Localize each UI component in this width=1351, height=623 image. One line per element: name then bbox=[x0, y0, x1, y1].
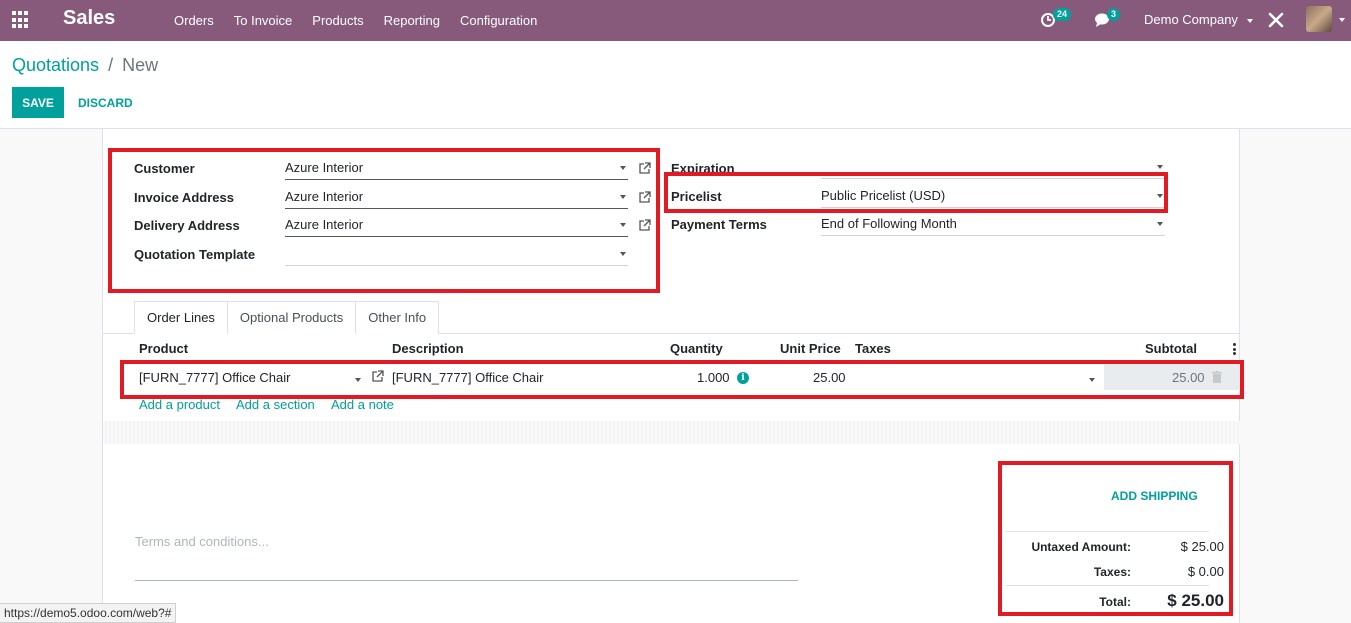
delivery-address-field[interactable]: Azure Interior bbox=[285, 215, 628, 237]
quotation-template-label: Quotation Template bbox=[134, 247, 256, 262]
messages-count-badge: 3 bbox=[1107, 8, 1121, 21]
taxes-label: Taxes: bbox=[1093, 565, 1131, 579]
user-avatar[interactable] bbox=[1306, 6, 1332, 32]
browser-status-url: https://demo5.odoo.com/web?# bbox=[0, 603, 177, 623]
breadcrumb: Quotations / New bbox=[12, 55, 158, 76]
quotation-template-dropdown-icon[interactable] bbox=[620, 252, 626, 256]
row-quantity[interactable]: 1.000 bbox=[697, 370, 730, 385]
payment-terms-field[interactable]: End of Following Month bbox=[821, 214, 1165, 236]
invoice-address-dropdown-icon[interactable] bbox=[620, 195, 626, 199]
column-subtotal[interactable]: Subtotal bbox=[1145, 341, 1197, 356]
breadcrumb-quotations-link[interactable]: Quotations bbox=[12, 55, 99, 75]
total-label: Total: bbox=[1099, 595, 1131, 609]
row-unit-price[interactable]: 25.00 bbox=[813, 370, 846, 385]
add-note-link[interactable]: Add a note bbox=[331, 397, 394, 412]
column-quantity[interactable]: Quantity bbox=[670, 341, 723, 356]
column-product[interactable]: Product bbox=[139, 341, 188, 356]
customer-field[interactable]: Azure Interior bbox=[285, 158, 628, 180]
menu-configuration[interactable]: Configuration bbox=[450, 13, 547, 28]
chevron-down-icon bbox=[1246, 18, 1253, 23]
payment-terms-value: End of Following Month bbox=[821, 216, 957, 231]
top-navbar: Sales Orders To Invoice Products Reporti… bbox=[0, 0, 1351, 41]
company-switcher[interactable]: Demo Company bbox=[1144, 12, 1253, 27]
tab-other-info[interactable]: Other Info bbox=[355, 301, 440, 334]
add-section-link[interactable]: Add a section bbox=[236, 397, 315, 412]
customer-value: Azure Interior bbox=[285, 160, 364, 175]
menu-reporting[interactable]: Reporting bbox=[374, 13, 450, 28]
menu-orders[interactable]: Orders bbox=[164, 13, 224, 28]
breadcrumb-current: New bbox=[122, 55, 159, 75]
pricelist-field[interactable]: Public Pricelist (USD) bbox=[821, 186, 1165, 208]
app-title[interactable]: Sales bbox=[63, 7, 115, 30]
breadcrumb-separator: / bbox=[108, 55, 114, 75]
forecast-info-icon[interactable]: i bbox=[737, 372, 749, 384]
control-panel: Quotations / New SAVE DISCARD bbox=[0, 41, 1351, 129]
user-menu-chevron-icon[interactable] bbox=[1339, 18, 1345, 22]
add-shipping-button[interactable]: ADD SHIPPING bbox=[1111, 489, 1198, 503]
row-description[interactable]: [FURN_7777] Office Chair bbox=[392, 370, 544, 385]
pricelist-dropdown-icon[interactable] bbox=[1157, 194, 1163, 198]
delivery-address-value: Azure Interior bbox=[285, 217, 364, 232]
tab-order-lines[interactable]: Order Lines bbox=[134, 301, 228, 334]
payment-terms-dropdown-icon[interactable] bbox=[1157, 222, 1163, 226]
delivery-address-label: Delivery Address bbox=[134, 218, 240, 233]
row-product[interactable]: [FURN_7777] Office Chair bbox=[139, 370, 291, 385]
tab-optional-products[interactable]: Optional Products bbox=[226, 301, 357, 334]
invoice-address-field[interactable]: Azure Interior bbox=[285, 187, 628, 209]
payment-terms-label: Payment Terms bbox=[671, 217, 767, 232]
taxes-value: $ 0.00 bbox=[1187, 564, 1224, 579]
expiration-label: Expiration bbox=[671, 161, 735, 176]
expiration-dropdown-icon[interactable] bbox=[1157, 165, 1163, 169]
total-divider bbox=[1006, 585, 1209, 586]
terms-underline bbox=[135, 580, 798, 581]
menu-to-invoice[interactable]: To Invoice bbox=[224, 13, 303, 28]
save-button[interactable]: SAVE bbox=[12, 87, 64, 118]
optional-columns-icon[interactable] bbox=[1233, 343, 1236, 357]
customer-dropdown-icon[interactable] bbox=[620, 166, 626, 170]
delivery-address-external-link-icon[interactable] bbox=[638, 219, 651, 232]
column-description[interactable]: Description bbox=[392, 341, 464, 356]
pricelist-label: Pricelist bbox=[671, 189, 722, 204]
customer-label: Customer bbox=[134, 161, 195, 176]
notebook-tabs: Order Lines Optional Products Other Info bbox=[134, 301, 440, 334]
untaxed-amount-value: $ 25.00 bbox=[1180, 539, 1224, 554]
summary-divider bbox=[1006, 531, 1209, 532]
apps-menu-icon[interactable] bbox=[12, 11, 30, 29]
pricelist-value: Public Pricelist (USD) bbox=[821, 188, 946, 203]
add-product-link[interactable]: Add a product bbox=[139, 397, 220, 412]
invoice-address-external-link-icon[interactable] bbox=[638, 191, 651, 204]
total-value: $ 25.00 bbox=[1167, 591, 1224, 610]
discard-button[interactable]: DISCARD bbox=[70, 87, 141, 118]
list-footer-band bbox=[103, 421, 1240, 444]
terms-and-conditions-field[interactable]: Terms and conditions... bbox=[135, 534, 269, 549]
main-menu: Orders To Invoice Products Reporting Con… bbox=[164, 0, 547, 41]
customer-external-link-icon[interactable] bbox=[638, 162, 651, 175]
menu-products[interactable]: Products bbox=[302, 13, 373, 28]
invoice-address-value: Azure Interior bbox=[285, 189, 364, 204]
company-name: Demo Company bbox=[1144, 12, 1238, 27]
invoice-address-label: Invoice Address bbox=[134, 190, 234, 205]
trash-icon[interactable] bbox=[1212, 371, 1222, 383]
taxes-dropdown-icon[interactable] bbox=[1089, 378, 1095, 382]
activity-count-badge: 24 bbox=[1053, 8, 1072, 21]
product-dropdown-icon[interactable] bbox=[355, 378, 361, 382]
column-taxes[interactable]: Taxes bbox=[855, 341, 891, 356]
row-subtotal: 25.00 bbox=[1172, 370, 1205, 385]
untaxed-amount-label: Untaxed Amount: bbox=[1031, 540, 1131, 554]
column-unit-price[interactable]: Unit Price bbox=[780, 341, 841, 356]
form-sheet: Customer Azure Interior Invoice Address … bbox=[102, 129, 1240, 623]
tools-icon[interactable] bbox=[1266, 10, 1286, 30]
delivery-address-dropdown-icon[interactable] bbox=[620, 223, 626, 227]
expiration-field[interactable] bbox=[821, 157, 1165, 179]
quotation-template-field[interactable] bbox=[285, 244, 628, 266]
product-external-link-icon[interactable] bbox=[371, 370, 384, 383]
